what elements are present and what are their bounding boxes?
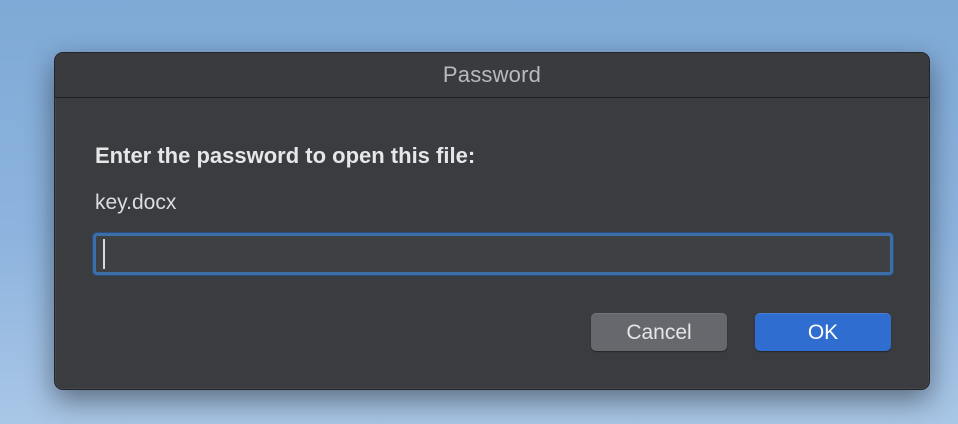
cancel-button[interactable]: Cancel — [591, 313, 727, 351]
dialog-title: Password — [55, 53, 929, 98]
text-caret — [103, 239, 105, 269]
password-input[interactable] — [93, 233, 893, 275]
password-dialog: Password Enter the password to open this… — [54, 52, 930, 390]
prompt-label: Enter the password to open this file: — [95, 143, 476, 168]
filename-label: key.docx — [95, 191, 177, 214]
ok-button[interactable]: OK — [755, 313, 891, 351]
